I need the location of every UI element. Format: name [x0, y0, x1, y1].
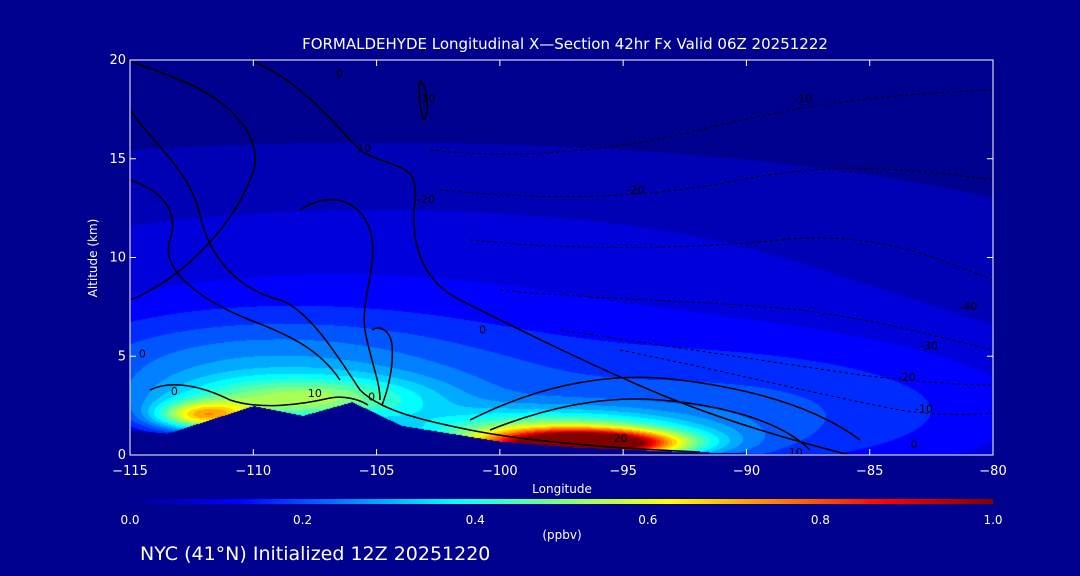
x-tick-label: −100	[482, 464, 518, 479]
contour-label: 20	[614, 432, 628, 445]
contour-label: -20	[417, 193, 435, 206]
y-tick-label: 20	[109, 53, 126, 68]
colorbar-tick-label: 0.6	[638, 513, 657, 527]
contour-label: 10	[421, 93, 435, 106]
concentration-field	[130, 60, 993, 455]
colorbar-tick-label: 0.8	[811, 513, 830, 527]
colorbar	[130, 499, 993, 504]
contour-label: 0	[171, 385, 178, 398]
contour-label: 10	[789, 446, 803, 459]
contour-label: -10	[794, 93, 812, 106]
x-tick-label: −115	[112, 464, 148, 479]
x-tick-label: −110	[235, 464, 271, 479]
y-tick-label: 5	[118, 349, 126, 364]
footer-caption: NYC (41°N) Initialized 12Z 20251220	[140, 543, 491, 565]
colorbar-tick-label: 1.0	[983, 513, 1002, 527]
colorbar-tick-label: 0.4	[466, 513, 485, 527]
y-tick-label: 0	[118, 448, 126, 463]
y-axis-label: Altitude (km)	[86, 218, 100, 298]
contour-label: -10	[915, 403, 933, 416]
contour-label: 0	[139, 347, 146, 360]
y-tick-label: 15	[109, 152, 126, 167]
contour-label: -20	[898, 371, 916, 384]
colorbar-tick-label: 0.2	[293, 513, 312, 527]
y-tick-label: 10	[109, 251, 126, 266]
contour-label: 0	[336, 67, 343, 80]
contour-label: 0	[368, 391, 375, 404]
contour-label: 10	[308, 387, 322, 400]
x-tick-label: −90	[733, 464, 760, 479]
colorbar-tick-label: 0.0	[120, 513, 139, 527]
x-axis-label: Longitude	[532, 482, 592, 496]
contour-label: -40	[959, 300, 977, 313]
contour-label: 0	[911, 438, 918, 451]
contour-label: -30	[920, 339, 938, 352]
x-tick-label: −80	[979, 464, 1006, 479]
colorbar-unit: (ppbv)	[542, 528, 582, 542]
contour-label: 10	[357, 142, 371, 155]
x-tick-label: −105	[359, 464, 395, 479]
x-tick-label: −95	[609, 464, 636, 479]
colorbar-ticks: 0.0 0.2 0.4 0.6 0.8 1.0	[120, 513, 1002, 527]
chart-title: FORMALDEHYDE Longitudinal X—Section 42hr…	[302, 35, 828, 53]
x-tick-label: −85	[856, 464, 883, 479]
contour-label: 0	[479, 324, 486, 337]
contour-label: -20	[626, 183, 644, 196]
